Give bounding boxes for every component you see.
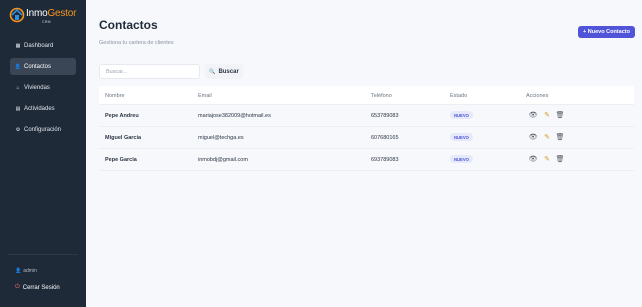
app-logo[interactable]: InmoGestor CRM [9, 6, 77, 26]
sidebar-item-label: Dashboard [24, 42, 54, 49]
column-header-name[interactable]: Nombre [105, 93, 125, 99]
sidebar-item-label: Contactos [24, 63, 52, 70]
logout-button[interactable]: ⏻ Cerrar Sesión [15, 284, 60, 291]
sidebar-divider [8, 254, 78, 255]
page-subtitle: Gestiona tu cartera de clientes [99, 40, 174, 46]
dashboard-icon: ▦ [15, 42, 21, 49]
new-contact-button[interactable]: + Nuevo Contacto [578, 26, 635, 38]
logout-icon: ⏻ [15, 284, 20, 290]
page-title: Contactos [99, 18, 158, 32]
table-row: Pepe Andreu mariajose382009@hotmail.es 6… [99, 105, 634, 127]
user-icon: 👤 [14, 63, 22, 70]
delete-icon[interactable]: 🗑 [556, 110, 565, 120]
sidebar-item-viviendas[interactable]: ⌂ Viviendas [10, 79, 76, 96]
contact-email: inmobdj@gmail.com [198, 157, 248, 163]
edit-icon[interactable]: ✎ [543, 132, 551, 142]
sidebar-item-dashboard[interactable]: ▦ Dashboard [10, 37, 76, 54]
column-header-actions: Acciones [526, 93, 549, 99]
contact-name: Pepe Garcia [105, 157, 137, 163]
brand-name: InmoGestor [26, 8, 77, 19]
sidebar-item-actividades[interactable]: ▤ Actividades [10, 100, 76, 117]
search-button[interactable]: 🔍 Buscar [205, 64, 243, 79]
contact-email: mariajose382009@hotmail.es [198, 113, 271, 119]
sidebar-item-label: Actividades [24, 105, 55, 112]
sidebar-item-configuracion[interactable]: ⚙ Configuración [10, 121, 76, 138]
search-input[interactable] [99, 64, 200, 79]
edit-icon[interactable]: ✎ [543, 154, 551, 164]
delete-icon[interactable]: 🗑 [556, 132, 565, 142]
sidebar-item-label: Configuración [24, 126, 62, 133]
contact-phone: 693789083 [371, 157, 399, 163]
view-icon[interactable]: 👁 [529, 110, 538, 120]
contacts-table: Nombre Email Teléfono Estado Acciones Pe… [99, 86, 634, 171]
column-header-status[interactable]: Estado [450, 93, 467, 99]
house-icon: ⌂ [16, 84, 20, 91]
status-badge: NUEVO [450, 133, 473, 141]
logout-label: Cerrar Sesión [22, 284, 60, 291]
column-header-email[interactable]: Email [198, 93, 212, 99]
brand-sub: CRM [42, 20, 51, 24]
search-icon: 🔍 [209, 68, 216, 75]
logo-house-icon [9, 7, 25, 23]
table-row: Pepe Garcia inmobdj@gmail.com 693789083 … [99, 149, 634, 171]
current-user: 👤 admin [15, 268, 37, 274]
delete-icon[interactable]: 🗑 [556, 154, 565, 164]
sidebar: InmoGestor CRM ▦ Dashboard 👤 Contactos ⌂… [0, 0, 86, 307]
sidebar-nav: ▦ Dashboard 👤 Contactos ⌂ Viviendas ▤ Ac… [10, 37, 76, 142]
status-badge: NUEVO [450, 155, 473, 163]
contact-phone: 607680165 [371, 135, 399, 141]
user-name: admin [23, 268, 37, 274]
status-badge: NUEVO [450, 111, 473, 119]
view-icon[interactable]: 👁 [529, 132, 538, 142]
edit-icon[interactable]: ✎ [543, 110, 551, 120]
calendar-icon: ▤ [15, 105, 21, 112]
sidebar-item-label: Viviendas [24, 84, 50, 91]
contact-name: Miguel García [105, 135, 142, 141]
user-icon: 👤 [15, 268, 22, 274]
search-button-label: Buscar [218, 68, 239, 75]
contact-name: Pepe Andreu [105, 113, 139, 119]
column-header-phone[interactable]: Teléfono [371, 93, 392, 99]
table-row: Miguel García miguel@techga.es 607680165… [99, 127, 634, 149]
contact-email: miguel@techga.es [198, 135, 244, 141]
table-header: Nombre Email Teléfono Estado Acciones [99, 86, 634, 105]
sidebar-item-contactos[interactable]: 👤 Contactos [10, 58, 76, 75]
view-icon[interactable]: 👁 [529, 154, 538, 164]
gear-icon: ⚙ [15, 126, 21, 133]
contact-phone: 653789083 [371, 113, 399, 119]
